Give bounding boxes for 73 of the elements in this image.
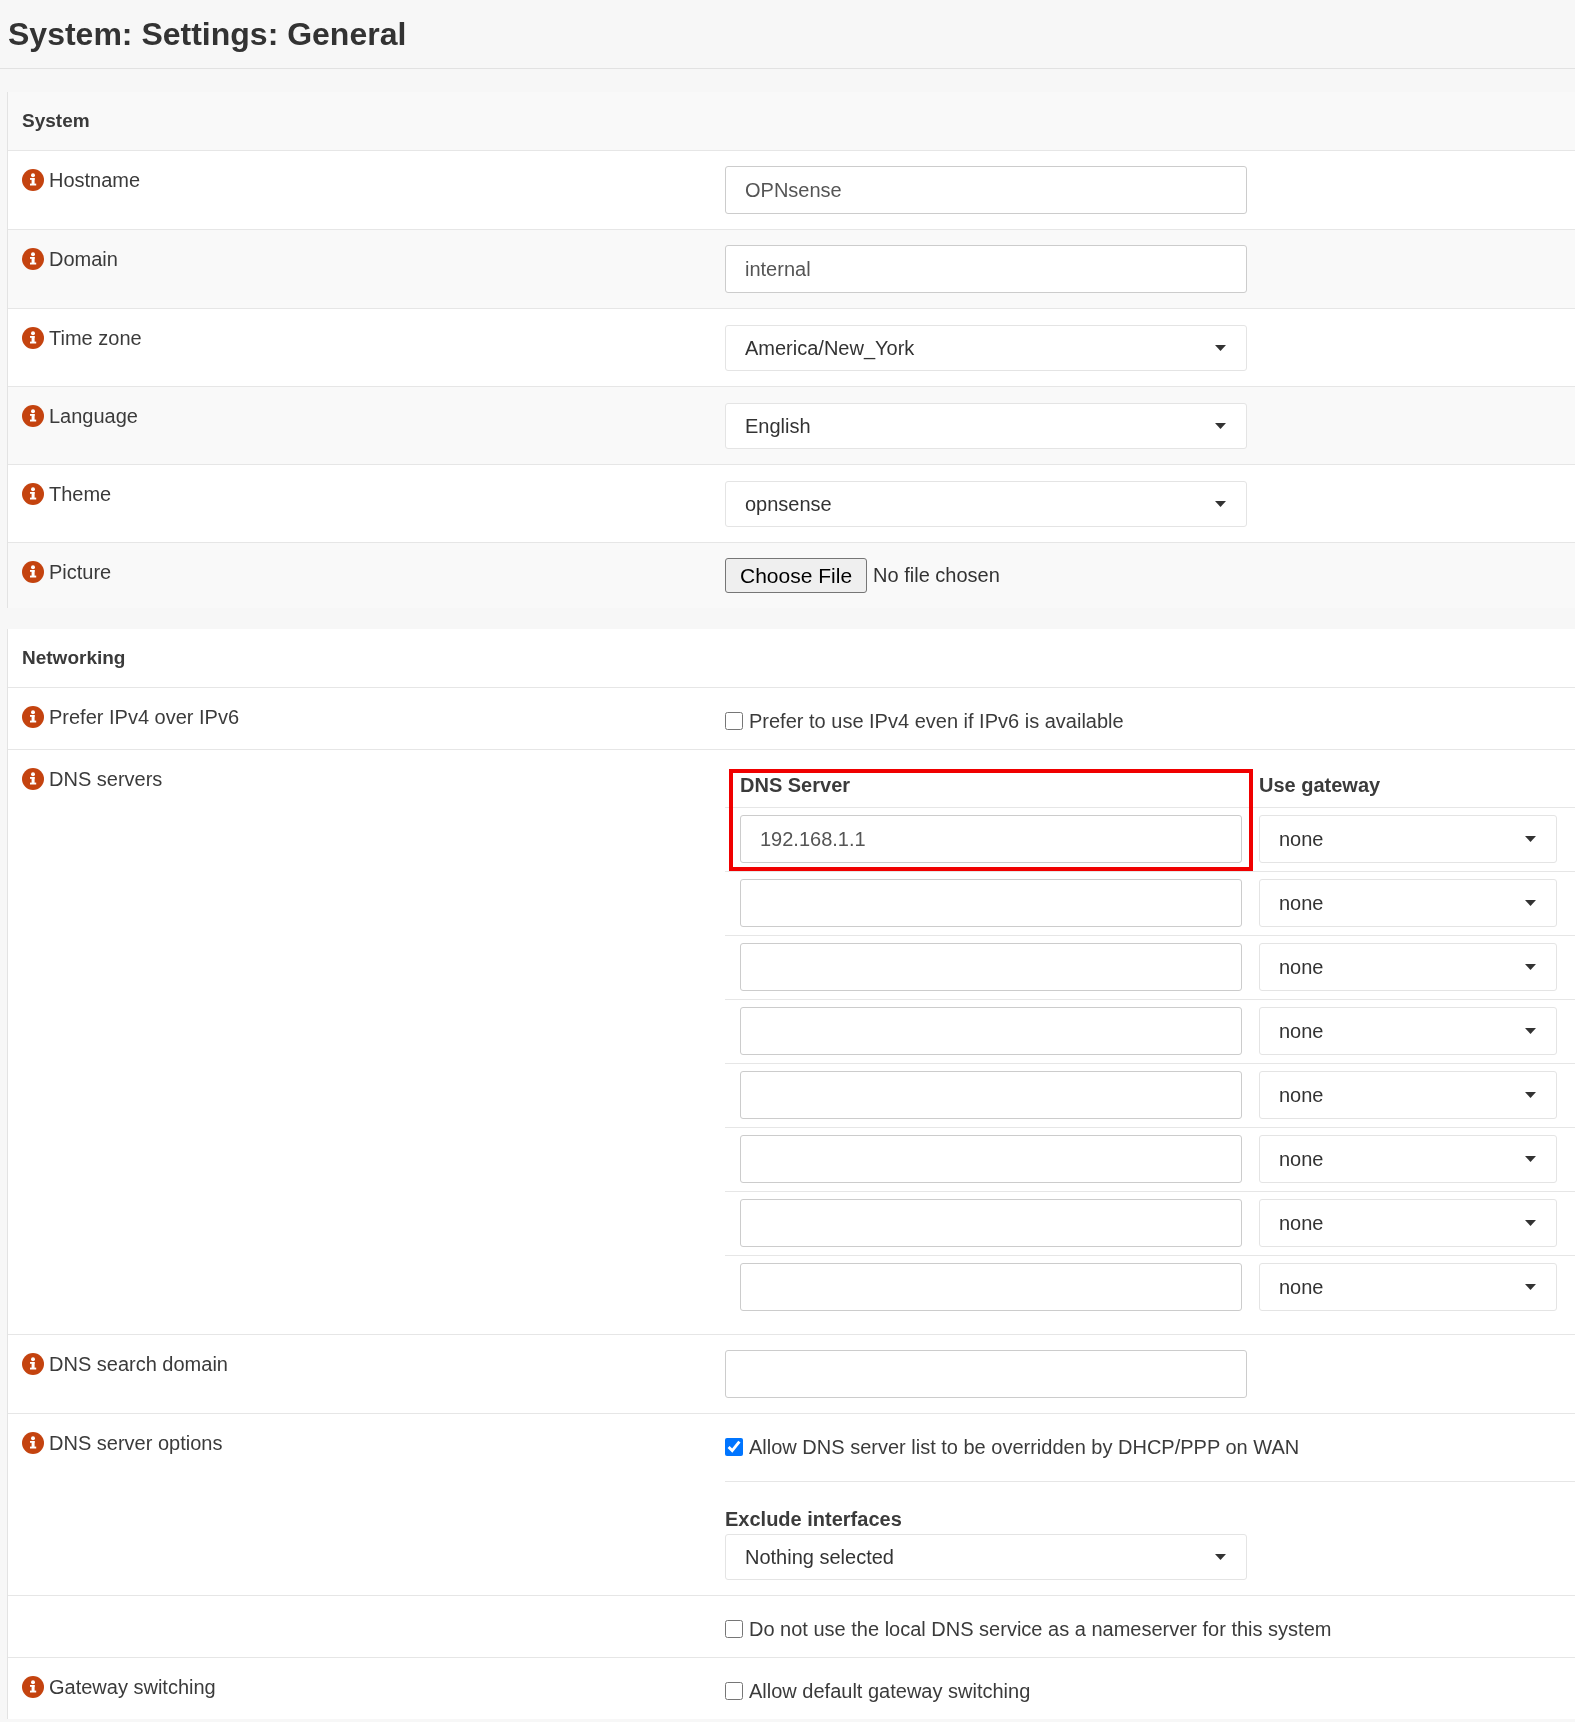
info-icon[interactable] [22,327,44,349]
field-label: Theme [49,482,112,506]
info-icon[interactable] [22,248,44,270]
dropdown[interactable]: opnsense [725,481,1247,527]
gateway-dropdown[interactable]: none [1259,943,1557,991]
caret-icon [1525,1284,1536,1290]
checkbox-label: Prefer to use IPv4 even if IPv6 is available [749,709,1124,733]
caret-icon [1215,423,1226,429]
text-field[interactable]: internal [725,245,1247,293]
field-label: DNS search domain [49,1352,228,1376]
caret-icon [1525,1156,1536,1162]
caret-icon [1525,1220,1536,1226]
info-icon[interactable] [22,561,44,583]
file-status-text: No file chosen [873,564,1000,587]
caret-icon [1525,900,1536,906]
field-label: DNS servers [49,767,163,791]
dropdown[interactable]: America/New_York [725,325,1247,371]
dns-server-field[interactable] [740,1199,1242,1247]
caret-icon [1525,1092,1536,1098]
dns-server-field[interactable] [740,879,1242,927]
dropdown[interactable]: English [725,403,1247,449]
gateway-dropdown[interactable]: none [1259,1135,1557,1183]
dns-server-field[interactable] [740,1263,1242,1311]
text-field[interactable] [725,1350,1247,1398]
caret-icon [1525,964,1536,970]
info-icon[interactable] [22,706,44,728]
checkbox[interactable] [725,712,743,730]
caret-icon [1215,501,1226,507]
checkbox-label: Do not use the local DNS service as a nameserver for this system [749,1617,1332,1641]
column-header: Use gateway [1259,774,1381,796]
caret-icon [1215,345,1226,351]
choose-file-button[interactable]: Choose File [725,558,868,593]
dns-server-field[interactable] [740,1135,1242,1183]
checkbox[interactable] [725,1682,743,1700]
page-title: System: Settings: General [8,15,407,54]
text-field[interactable]: OPNsense [725,166,1247,214]
gateway-dropdown[interactable]: none [1259,1007,1557,1055]
field-label: Hostname [49,168,141,192]
info-icon[interactable] [22,169,44,191]
info-icon[interactable] [22,768,44,790]
checkbox-label: Allow DNS server list to be overridden by DHCP/PPP on WAN [749,1435,1300,1459]
field-label: Exclude interfaces [725,1508,902,1530]
info-icon[interactable] [22,1432,44,1454]
gateway-dropdown[interactable]: none [1259,1071,1557,1119]
info-icon[interactable] [22,1676,44,1698]
caret-icon [1525,1028,1536,1034]
info-icon[interactable] [22,405,44,427]
dns-server-field[interactable] [740,1071,1242,1119]
gateway-dropdown[interactable]: none [1259,879,1557,927]
column-header: DNS Server [740,774,851,796]
checkbox-label: Allow default gateway switching [749,1679,1031,1703]
field-label: Domain [49,247,118,271]
field-label: DNS server options [49,1431,223,1455]
dns-server-field[interactable] [740,943,1242,991]
caret-icon [1215,1554,1226,1560]
dns-server-field[interactable]: 192.168.1.1 [740,815,1242,863]
field-label: Prefer IPv4 over IPv6 [49,705,240,729]
gateway-dropdown[interactable]: none [1259,815,1557,863]
checkbox[interactable] [725,1438,743,1456]
field-label: Time zone [49,326,142,350]
dns-server-field[interactable] [740,1007,1242,1055]
section-title: Networking [22,647,126,668]
field-label: Gateway switching [49,1675,216,1699]
info-icon[interactable] [22,483,44,505]
field-label: Picture [49,560,112,584]
info-icon[interactable] [22,1353,44,1375]
gateway-dropdown[interactable]: none [1259,1263,1557,1311]
gateway-dropdown[interactable]: none [1259,1199,1557,1247]
field-label: Language [49,404,138,428]
dropdown[interactable]: Nothing selected [725,1534,1247,1580]
checkbox[interactable] [725,1620,743,1638]
section-title: System [22,110,90,131]
caret-icon [1525,836,1536,842]
